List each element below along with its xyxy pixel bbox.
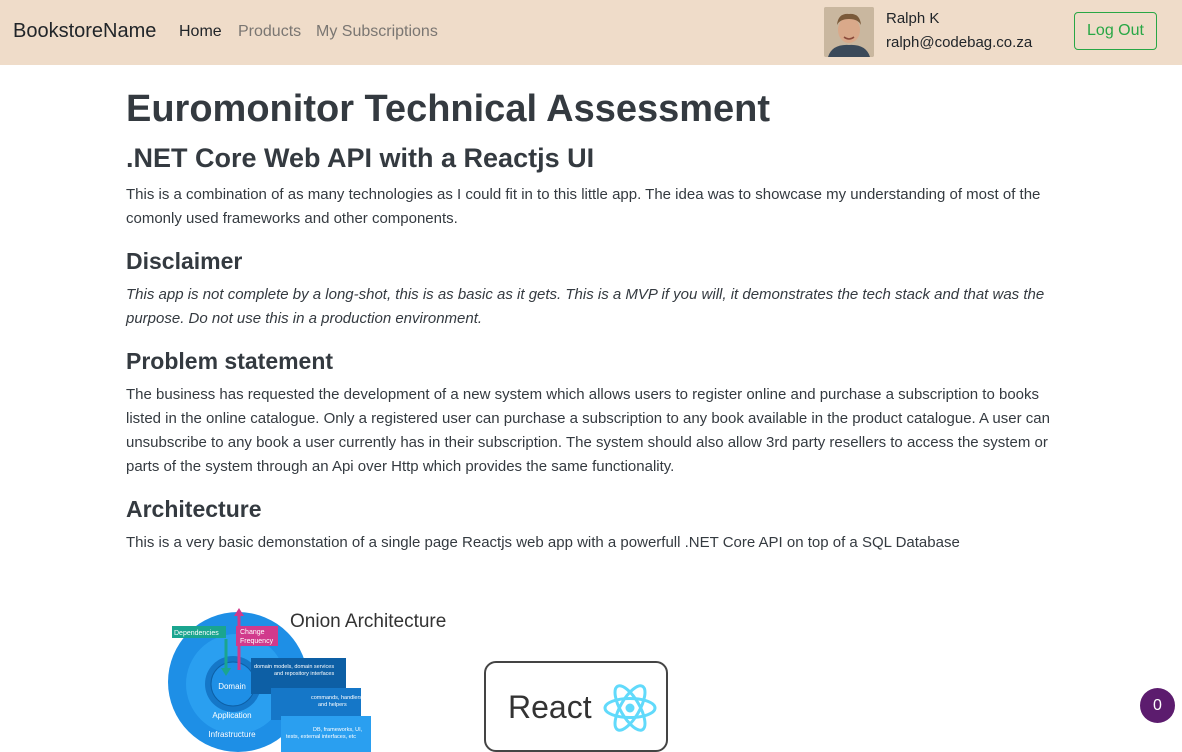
- problem-statement-heading: Problem statement: [126, 348, 334, 374]
- brand-link[interactable]: BookstoreName: [13, 20, 156, 43]
- problem-statement-text: The business has requested the developme…: [126, 386, 1050, 475]
- svg-text:Change: Change: [240, 629, 265, 636]
- nav-link-home[interactable]: Home: [179, 23, 222, 41]
- logout-button[interactable]: Log Out: [1074, 12, 1157, 50]
- page-title: Euromonitor Technical Assessment: [126, 88, 771, 130]
- architecture-text: This is a very basic demonstation of a s…: [126, 534, 960, 551]
- onion-title: Onion Architecture: [290, 611, 446, 632]
- disclaimer-text: This app is not complete by a long-shot,…: [126, 286, 1045, 327]
- svg-text:domain models, domain services: domain models, domain services: [254, 664, 334, 670]
- svg-text:and repository interfaces: and repository interfaces: [274, 671, 334, 677]
- nav-link-products[interactable]: Products: [238, 23, 301, 41]
- layer-application-label: Application: [212, 711, 251, 720]
- react-label: React: [508, 689, 592, 725]
- layer-domain-label: Domain: [218, 682, 246, 691]
- user-email: ralph@codebag.co.za: [886, 34, 1033, 51]
- layer-infrastructure-label: Infrastructure: [208, 730, 256, 739]
- svg-text:Frequency: Frequency: [240, 638, 274, 645]
- svg-text:commands, handlers: commands, handlers: [311, 695, 362, 701]
- callout-application: [271, 688, 361, 720]
- svg-text:tests, external interfaces, et: tests, external interfaces, etc: [286, 734, 356, 740]
- react-atom-icon: [603, 684, 657, 732]
- svg-text:DB, frameworks, UI,: DB, frameworks, UI,: [313, 727, 363, 733]
- page-subtitle: .NET Core Web API with a Reactjs UI: [126, 143, 595, 173]
- user-name: Ralph K: [886, 10, 940, 27]
- cart-count-badge[interactable]: 0: [1140, 688, 1175, 723]
- onion-architecture-diagram: Domain Application Infrastructure Depend…: [168, 608, 446, 752]
- architecture-heading: Architecture: [126, 496, 262, 522]
- top-navbar: BookstoreName Home Products My Subscript…: [0, 0, 1182, 65]
- disclaimer-heading: Disclaimer: [126, 248, 243, 274]
- nav-link-my-subscriptions[interactable]: My Subscriptions: [316, 23, 438, 41]
- svg-text:Dependencies: Dependencies: [174, 630, 219, 637]
- intro-text: This is a combination of as many technol…: [126, 186, 1041, 227]
- react-logo: React: [484, 661, 668, 752]
- user-avatar: [824, 7, 874, 57]
- svg-text:and helpers: and helpers: [318, 702, 347, 708]
